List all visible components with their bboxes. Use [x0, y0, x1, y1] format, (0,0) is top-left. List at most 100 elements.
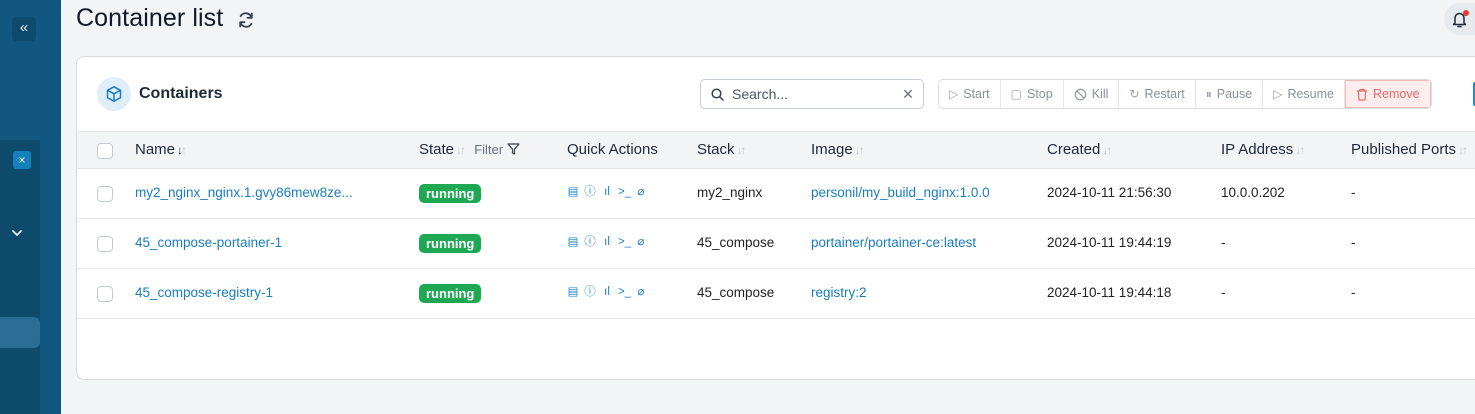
inspect-icon[interactable]: ⓘ: [584, 185, 596, 199]
stats-icon[interactable]: ıl: [601, 235, 613, 249]
quick-actions: ▤ ⓘ ıl >_ ⌀: [567, 185, 647, 199]
attach-icon[interactable]: ⌀: [635, 185, 647, 199]
logs-icon[interactable]: ▤: [567, 235, 579, 249]
image-link[interactable]: personil/my_build_nginx:1.0.0: [811, 185, 990, 200]
collapse-sidebar-button[interactable]: «: [12, 17, 36, 41]
sort-icon: ↓↑: [177, 143, 187, 157]
sort-icon: ↓↑: [736, 143, 747, 157]
ports-cell: -: [1351, 185, 1356, 200]
sort-icon: ↓↑: [854, 143, 865, 157]
stats-icon[interactable]: ıl: [601, 185, 613, 199]
column-header-name[interactable]: Name ↓↑: [135, 141, 187, 158]
refresh-icon[interactable]: [236, 10, 256, 30]
table-row: 45_compose-portainer-1 running ▤ ⓘ ıl >_…: [77, 219, 1475, 269]
status-badge: running: [419, 184, 482, 203]
ip-cell: -: [1221, 235, 1226, 250]
notifications-button[interactable]: [1444, 3, 1475, 35]
created-cell: 2024-10-11 19:44:18: [1047, 285, 1172, 300]
container-name-link[interactable]: my2_nginx_nginx.1.gvy86mew8ze...: [135, 185, 353, 200]
column-header-ip[interactable]: IP Address ↓↑: [1221, 141, 1305, 158]
close-environment-button[interactable]: ×: [13, 151, 31, 169]
start-label: Start: [963, 87, 990, 101]
stop-button[interactable]: ▢ Stop: [1000, 80, 1064, 108]
restart-label: Restart: [1144, 87, 1185, 101]
restart-button[interactable]: ↻ Restart: [1119, 80, 1196, 108]
attach-icon[interactable]: ⌀: [635, 285, 647, 299]
status-badge: running: [419, 234, 482, 253]
sort-icon: ↓↑: [456, 143, 466, 157]
quick-actions: ▤ ⓘ ıl >_ ⌀: [567, 235, 647, 249]
console-icon[interactable]: >_: [618, 185, 631, 199]
start-button[interactable]: ▷ Start: [939, 80, 1001, 108]
expand-environment-button[interactable]: [8, 226, 26, 244]
stack-cell: 45_compose: [697, 235, 775, 250]
quick-actions: ▤ ⓘ ıl >_ ⌀: [567, 285, 647, 299]
column-header-state[interactable]: State ↓↑ Filter: [419, 141, 520, 158]
sidebar-item-containers-active[interactable]: [0, 317, 40, 348]
search-input[interactable]: [730, 84, 895, 104]
double-chevron-left-icon: «: [19, 19, 29, 36]
table-header: Name ↓↑ State ↓↑ Filter Quick Actions Stac…: [77, 131, 1475, 169]
pause-icon: ⏸: [1205, 86, 1212, 101]
environment-panel: [0, 140, 40, 414]
stack-cell: 45_compose: [697, 285, 775, 300]
containers-card: Containers ✕ ▷ Start ▢ Stop Kill ↻: [76, 56, 1475, 380]
remove-button[interactable]: Remove: [1344, 80, 1431, 108]
ban-icon: [1074, 88, 1087, 100]
filter-icon: [507, 143, 520, 155]
container-name-link[interactable]: 45_compose-portainer-1: [135, 235, 282, 250]
sort-icon: ↓↑: [1458, 143, 1468, 157]
image-link[interactable]: registry:2: [811, 285, 867, 300]
kill-button[interactable]: Kill: [1063, 80, 1120, 108]
console-icon[interactable]: >_: [618, 285, 631, 299]
created-cell: 2024-10-11 19:44:19: [1047, 235, 1172, 250]
container-actions: ▷ Start ▢ Stop Kill ↻ Restart ⏸ Pause ▷ …: [938, 79, 1432, 109]
resume-button[interactable]: ▷ Resume: [1263, 80, 1345, 108]
image-link[interactable]: portainer/portainer-ce:latest: [811, 235, 976, 250]
row-checkbox[interactable]: [97, 286, 113, 302]
column-header-quick-actions: Quick Actions: [567, 141, 658, 158]
created-cell: 2024-10-11 21:56:30: [1047, 185, 1172, 200]
container-name-link[interactable]: 45_compose-registry-1: [135, 285, 273, 300]
search-icon: [711, 88, 724, 101]
row-checkbox[interactable]: [97, 236, 113, 252]
select-all-checkbox[interactable]: [97, 143, 113, 159]
cube-icon: [97, 77, 131, 111]
state-filter-button[interactable]: Filter: [474, 142, 520, 157]
column-header-published-ports[interactable]: Published Ports ↓↑: [1351, 141, 1468, 158]
table-row: my2_nginx_nginx.1.gvy86mew8ze... running…: [77, 169, 1475, 219]
card-title: Containers: [139, 85, 223, 102]
column-header-image[interactable]: Image ↓↑: [811, 141, 865, 158]
column-header-created[interactable]: Created ↓↑: [1047, 141, 1112, 158]
remove-label: Remove: [1372, 87, 1420, 101]
stop-icon: ▢: [1010, 87, 1022, 101]
attach-icon[interactable]: ⌀: [635, 235, 647, 249]
logs-icon[interactable]: ▤: [567, 285, 579, 299]
sort-icon: ↓↑: [1295, 143, 1305, 157]
sort-icon: ↓↑: [1102, 143, 1112, 157]
clear-search-button[interactable]: ✕: [900, 85, 916, 103]
play-icon: ▷: [1273, 87, 1283, 101]
ports-cell: -: [1351, 285, 1356, 300]
page-title: Container list: [76, 4, 224, 32]
search-box[interactable]: ✕: [700, 79, 924, 109]
stack-cell: my2_nginx: [697, 185, 763, 200]
console-icon[interactable]: >_: [618, 235, 631, 249]
close-icon: ×: [18, 153, 26, 167]
inspect-icon[interactable]: ⓘ: [584, 285, 596, 299]
status-badge: running: [419, 284, 482, 303]
stats-icon[interactable]: ıl: [601, 285, 613, 299]
kill-label: Kill: [1091, 87, 1109, 101]
column-header-stack[interactable]: Stack ↓↑: [697, 141, 747, 158]
trash-icon: [1356, 88, 1367, 101]
pause-button[interactable]: ⏸ Pause: [1195, 80, 1264, 108]
close-icon: ✕: [902, 86, 914, 102]
chevron-down-icon: [12, 230, 22, 237]
pause-label: Pause: [1216, 87, 1253, 101]
ports-cell: -: [1351, 235, 1356, 250]
logs-icon[interactable]: ▤: [567, 185, 579, 199]
row-checkbox[interactable]: [97, 186, 113, 202]
restart-icon: ↻: [1129, 87, 1140, 101]
inspect-icon[interactable]: ⓘ: [584, 235, 596, 249]
notification-dot: [1463, 10, 1469, 16]
